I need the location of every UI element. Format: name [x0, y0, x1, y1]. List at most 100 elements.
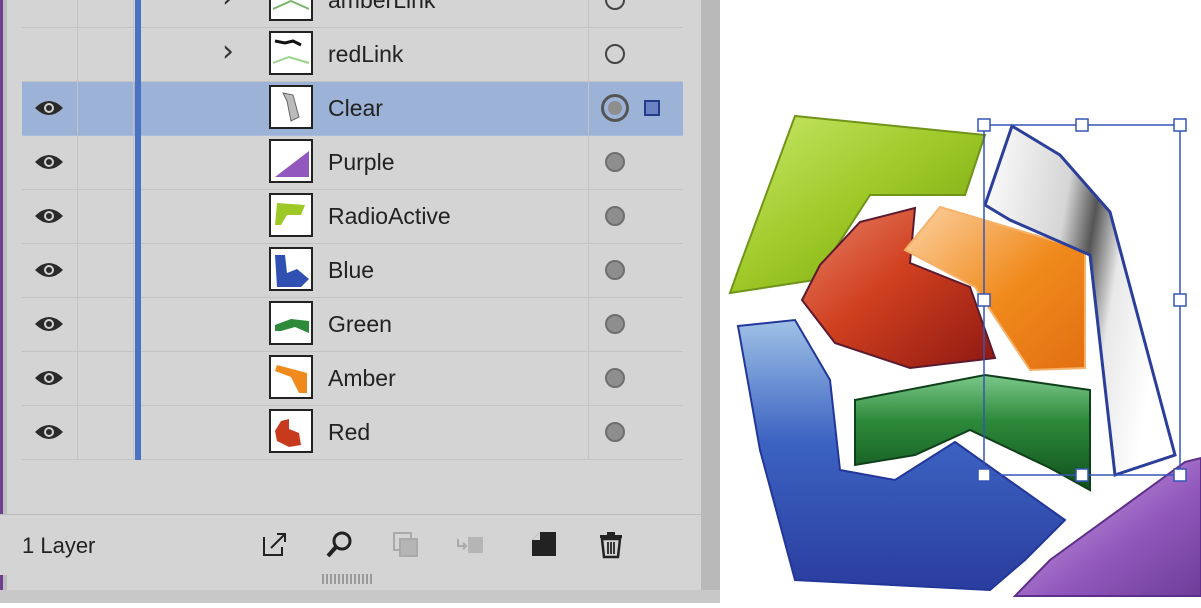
layer-thumbnail	[269, 193, 313, 237]
export-icon[interactable]	[258, 527, 292, 561]
chevron-right-icon[interactable]: ›	[222, 34, 234, 69]
panel-scrollbar[interactable]	[701, 0, 720, 603]
lock-toggle[interactable]	[78, 352, 134, 405]
layer-row-redlink[interactable]: › redLink	[22, 28, 683, 82]
lock-toggle[interactable]	[78, 298, 134, 351]
selection-handle[interactable]	[1173, 468, 1187, 482]
target-circle-icon[interactable]	[605, 206, 625, 226]
target-circle-icon[interactable]	[605, 260, 625, 280]
lock-toggle[interactable]	[78, 190, 134, 243]
layer-name[interactable]: Purple	[328, 149, 394, 176]
eye-icon[interactable]	[34, 368, 64, 388]
layer-row-blue[interactable]: Blue	[22, 244, 683, 298]
layer-thumbnail	[269, 0, 313, 21]
selection-handle[interactable]	[1075, 118, 1089, 132]
layer-name[interactable]: RadioActive	[328, 203, 451, 230]
artwork-svg	[728, 114, 1201, 597]
target-cell	[588, 352, 684, 405]
selection-handle[interactable]	[1173, 118, 1187, 132]
target-cell	[588, 190, 684, 243]
target-cell	[588, 244, 684, 297]
layer-name[interactable]: redLink	[328, 41, 403, 68]
selection-indicator[interactable]	[644, 100, 660, 116]
lock-toggle[interactable]	[78, 406, 134, 459]
layer-thumbnail	[269, 31, 313, 75]
layer-row-purple[interactable]: Purple	[22, 136, 683, 190]
layer-name[interactable]: Green	[328, 311, 392, 338]
layer-color-bar	[135, 244, 141, 298]
eye-icon[interactable]	[34, 152, 64, 172]
layer-thumbnail	[269, 247, 313, 291]
lock-toggle[interactable]	[78, 244, 134, 297]
panel-footer: 1 Layer	[0, 514, 701, 575]
layer-thumbnail	[269, 301, 313, 345]
target-circle-icon[interactable]	[601, 94, 629, 122]
target-circle-icon[interactable]	[605, 44, 625, 64]
selection-handle[interactable]	[977, 293, 991, 307]
layer-row-green[interactable]: Green	[22, 298, 683, 352]
layer-row-red[interactable]: Red	[22, 406, 683, 460]
layer-row-amberlink[interactable]: › amberLink	[22, 0, 683, 28]
layer-thumbnail	[269, 355, 313, 399]
layer-name[interactable]: Red	[328, 419, 370, 446]
target-cell	[588, 82, 684, 135]
visibility-toggle[interactable]	[22, 352, 78, 405]
layer-count: 1 Layer	[22, 533, 96, 558]
eye-icon[interactable]	[34, 422, 64, 442]
layer-row-radioactive[interactable]: RadioActive	[22, 190, 683, 244]
target-circle-icon[interactable]	[605, 368, 625, 388]
layer-name[interactable]: Clear	[328, 95, 383, 122]
eye-icon[interactable]	[34, 206, 64, 226]
chevron-right-icon[interactable]: ›	[222, 0, 234, 15]
lock-toggle[interactable]	[78, 28, 134, 81]
lock-toggle[interactable]	[78, 136, 134, 189]
layer-color-bar	[135, 136, 141, 190]
layer-name[interactable]: Blue	[328, 257, 374, 284]
layer-name[interactable]: Amber	[328, 365, 396, 392]
create-new-layer-icon[interactable]	[527, 527, 561, 561]
visibility-toggle[interactable]	[22, 28, 78, 81]
visibility-toggle[interactable]	[22, 406, 78, 459]
target-circle-icon[interactable]	[605, 152, 625, 172]
artwork-canvas	[720, 0, 1201, 603]
target-cell	[588, 136, 684, 189]
lock-toggle[interactable]	[78, 0, 134, 27]
eye-icon[interactable]	[34, 98, 64, 118]
layer-color-bar	[135, 406, 141, 460]
lock-toggle[interactable]	[78, 82, 134, 135]
search-icon[interactable]	[323, 527, 357, 561]
visibility-toggle[interactable]	[22, 82, 78, 135]
selection-handle[interactable]	[977, 468, 991, 482]
layer-list: › amberLink › redLink Clear Purple RadioActive…	[22, 0, 683, 460]
target-cell	[588, 0, 684, 27]
layer-row-clear[interactable]: Clear	[22, 82, 683, 136]
layer-color-bar	[135, 352, 141, 406]
layer-thumbnail	[269, 409, 313, 453]
target-cell	[588, 406, 684, 459]
layer-name[interactable]: amberLink	[328, 0, 435, 14]
layer-row-amber[interactable]: Amber	[22, 352, 683, 406]
target-cell	[588, 28, 684, 81]
layer-color-bar	[135, 82, 141, 136]
visibility-toggle[interactable]	[22, 0, 78, 27]
visibility-toggle[interactable]	[22, 136, 78, 189]
layer-color-bar	[135, 28, 141, 82]
panel-bottom-edge	[0, 590, 720, 603]
eye-icon[interactable]	[34, 260, 64, 280]
layer-thumbnail	[269, 139, 313, 183]
selection-handle[interactable]	[1075, 468, 1089, 482]
visibility-toggle[interactable]	[22, 298, 78, 351]
target-circle-icon[interactable]	[605, 314, 625, 334]
create-sublayer-icon	[453, 527, 487, 561]
visibility-toggle[interactable]	[22, 244, 78, 297]
selection-handle[interactable]	[1173, 293, 1187, 307]
eye-icon[interactable]	[34, 314, 64, 334]
layer-color-bar	[135, 298, 141, 352]
resize-grip[interactable]	[322, 574, 372, 584]
target-circle-icon[interactable]	[605, 0, 625, 10]
trash-icon[interactable]	[594, 527, 628, 561]
selection-handle[interactable]	[977, 118, 991, 132]
layer-color-bar	[135, 190, 141, 244]
target-circle-icon[interactable]	[605, 422, 625, 442]
visibility-toggle[interactable]	[22, 190, 78, 243]
